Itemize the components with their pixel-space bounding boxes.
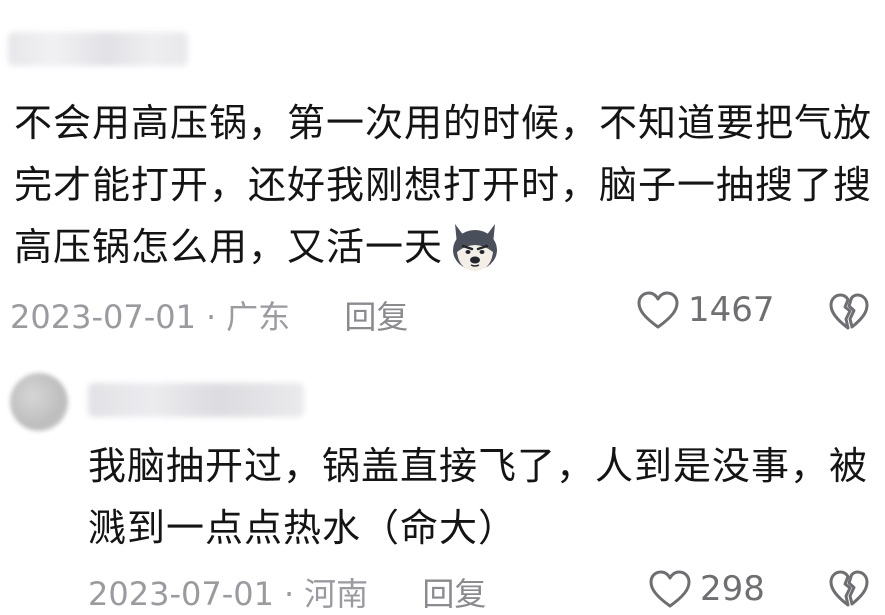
username-blurred[interactable] — [88, 383, 304, 417]
comment-text: 不会用高压锅，第一次用的时候，不知道要把气放完才能打开，还好我刚想打开时，脑子一… — [14, 92, 874, 278]
avatar-blurred[interactable] — [10, 373, 68, 431]
husky-dog-emoji-icon — [453, 224, 498, 271]
dislike-button[interactable] — [828, 292, 870, 336]
comment-location: 河南 — [304, 575, 369, 613]
like-button[interactable]: 1467 — [636, 290, 775, 330]
comment-date: 2023-07-01 — [10, 298, 196, 336]
comment-meta: 2023-07-01 · 河南 回复 — [88, 569, 486, 615]
like-button[interactable]: 298 — [648, 569, 765, 609]
reply-button[interactable]: 回复 — [422, 569, 486, 615]
broken-heart-icon — [829, 570, 869, 607]
like-count: 298 — [700, 569, 765, 609]
meta-separator: · — [205, 298, 217, 336]
reply-button[interactable]: 回复 — [344, 292, 408, 338]
heart-outline-icon — [649, 570, 691, 608]
comment-text: 我脑抽开过，锅盖直接飞了，人到是没事，被溅到一点点热水（命大） — [88, 444, 869, 550]
meta-separator: · — [283, 575, 295, 613]
heart-outline-icon — [637, 291, 679, 329]
comment-date: 2023-07-01 — [88, 575, 274, 613]
broken-heart-icon — [829, 293, 869, 330]
comment-meta: 2023-07-01 · 广东 回复 — [10, 292, 408, 338]
like-count: 1467 — [688, 290, 775, 330]
username-blurred[interactable] — [8, 32, 188, 66]
dislike-button[interactable] — [828, 569, 870, 613]
comment-location: 广东 — [226, 298, 291, 336]
